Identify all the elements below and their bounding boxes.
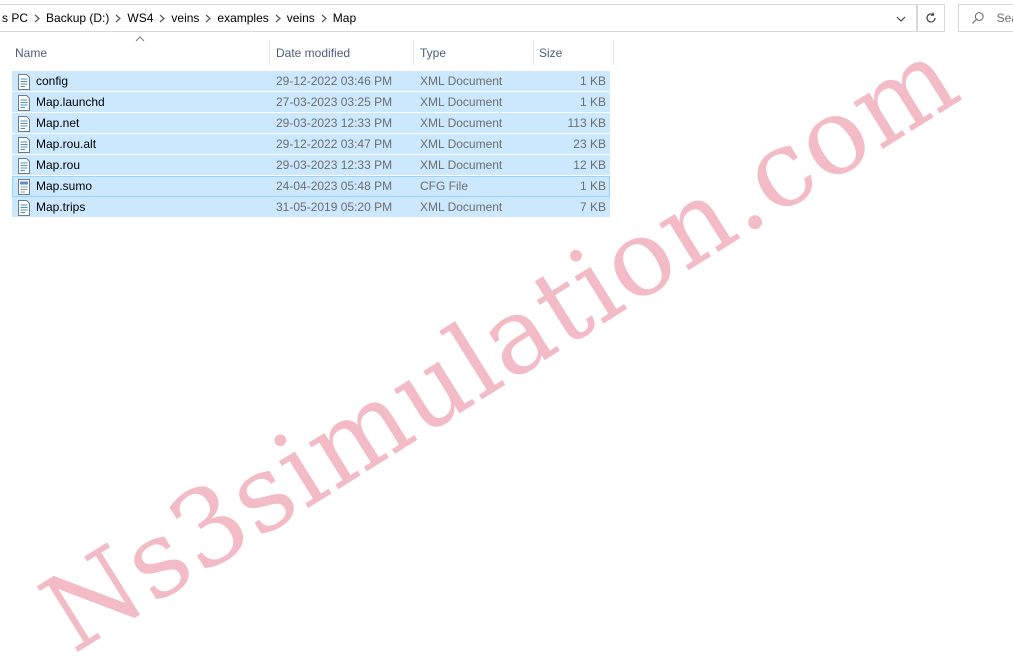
breadcrumb-item[interactable]: WS4 <box>125 11 155 25</box>
chevron-right-icon[interactable] <box>111 14 125 23</box>
xml-document-icon <box>18 116 30 132</box>
chevron-right-icon[interactable] <box>317 14 331 23</box>
column-header-name[interactable]: Name <box>10 40 270 65</box>
file-name: config <box>36 74 69 88</box>
column-header-row: Name Date modified Type Size <box>10 36 614 65</box>
refresh-icon <box>926 12 936 23</box>
chevron-right-icon[interactable] <box>271 14 285 23</box>
file-size: 1 KB <box>579 95 606 109</box>
file-row[interactable]: config 29-12-2022 03:46 PM XML Document … <box>12 71 610 92</box>
file-name: Map.trips <box>36 200 86 214</box>
breadcrumb-item[interactable]: veins <box>285 11 317 25</box>
file-size: 113 KB <box>567 116 606 130</box>
chevron-right-icon[interactable] <box>155 14 169 23</box>
file-type: XML Document <box>420 95 503 109</box>
file-type: CFG File <box>420 179 468 193</box>
search-icon <box>972 12 984 24</box>
file-row[interactable]: Map.launchd 27-03-2023 03:25 PM XML Docu… <box>12 92 610 113</box>
file-row[interactable]: Map.trips 31-05-2019 05:20 PM XML Docume… <box>12 197 610 218</box>
column-header-size[interactable]: Size <box>534 40 614 65</box>
file-size: 1 KB <box>579 74 606 88</box>
chevron-right-icon[interactable] <box>201 14 215 23</box>
file-date-modified: 29-03-2023 12:33 PM <box>276 116 393 130</box>
file-name: Map.net <box>36 116 80 130</box>
file-type: XML Document <box>420 158 503 172</box>
file-type: XML Document <box>420 116 503 130</box>
file-list: config 29-12-2022 03:46 PM XML Document … <box>12 71 610 218</box>
refresh-button[interactable] <box>917 4 945 32</box>
breadcrumb: s PC Backup (D:) WS4 veins examples vein… <box>0 5 880 31</box>
breadcrumb-item[interactable]: s PC <box>0 11 30 25</box>
cfg-file-icon <box>18 179 30 195</box>
file-type: XML Document <box>420 74 503 88</box>
search-input[interactable]: Sea <box>958 4 1013 32</box>
file-date-modified: 29-03-2023 12:33 PM <box>276 158 393 172</box>
file-size: 1 KB <box>579 179 606 193</box>
file-date-modified: 24-04-2023 05:48 PM <box>276 179 393 193</box>
file-row[interactable]: Map.sumo 24-04-2023 05:48 PM CFG File 1 … <box>12 176 610 197</box>
xml-document-icon <box>18 158 30 174</box>
column-header-name-label: Name <box>15 45 48 60</box>
address-bar[interactable]: s PC Backup (D:) WS4 veins examples vein… <box>0 4 917 32</box>
file-size: 12 KB <box>573 158 606 172</box>
address-toolbar: s PC Backup (D:) WS4 veins examples vein… <box>0 0 1013 36</box>
search-placeholder: Sea <box>996 11 1013 25</box>
file-date-modified: 27-03-2023 03:25 PM <box>276 95 393 109</box>
column-header-date-label: Date modified <box>276 45 351 60</box>
file-row[interactable]: Map.net 29-03-2023 12:33 PM XML Document… <box>12 113 610 134</box>
file-date-modified: 29-12-2022 03:47 PM <box>276 137 393 151</box>
file-row[interactable]: Map.rou.alt 29-12-2022 03:47 PM XML Docu… <box>12 134 610 155</box>
file-row[interactable]: Map.rou 29-03-2023 12:33 PM XML Document… <box>12 155 610 176</box>
column-header-type[interactable]: Type <box>414 40 534 65</box>
xml-document-icon <box>18 137 30 153</box>
breadcrumb-item-current[interactable]: Map <box>331 11 358 25</box>
breadcrumb-item[interactable]: examples <box>215 11 270 25</box>
address-history-dropdown-button[interactable] <box>890 11 912 27</box>
file-name: Map.sumo <box>36 179 93 193</box>
column-header-size-label: Size <box>539 45 563 60</box>
chevron-right-icon[interactable] <box>30 14 44 23</box>
file-size: 23 KB <box>573 137 606 151</box>
file-date-modified: 31-05-2019 05:20 PM <box>276 200 393 214</box>
breadcrumb-item[interactable]: Backup (D:) <box>44 11 111 25</box>
file-name: Map.rou.alt <box>36 137 97 151</box>
file-date-modified: 29-12-2022 03:46 PM <box>276 74 393 88</box>
file-size: 7 KB <box>579 200 606 214</box>
file-type: XML Document <box>420 137 503 151</box>
xml-document-icon <box>18 200 30 216</box>
column-header-type-label: Type <box>420 45 447 60</box>
chevron-down-icon <box>896 16 906 22</box>
file-name: Map.launchd <box>36 95 105 109</box>
file-name: Map.rou <box>36 158 81 172</box>
column-header-date-modified[interactable]: Date modified <box>270 40 414 65</box>
xml-document-icon <box>18 74 30 90</box>
file-type: XML Document <box>420 200 503 214</box>
breadcrumb-item[interactable]: veins <box>169 11 201 25</box>
xml-document-icon <box>18 95 30 111</box>
